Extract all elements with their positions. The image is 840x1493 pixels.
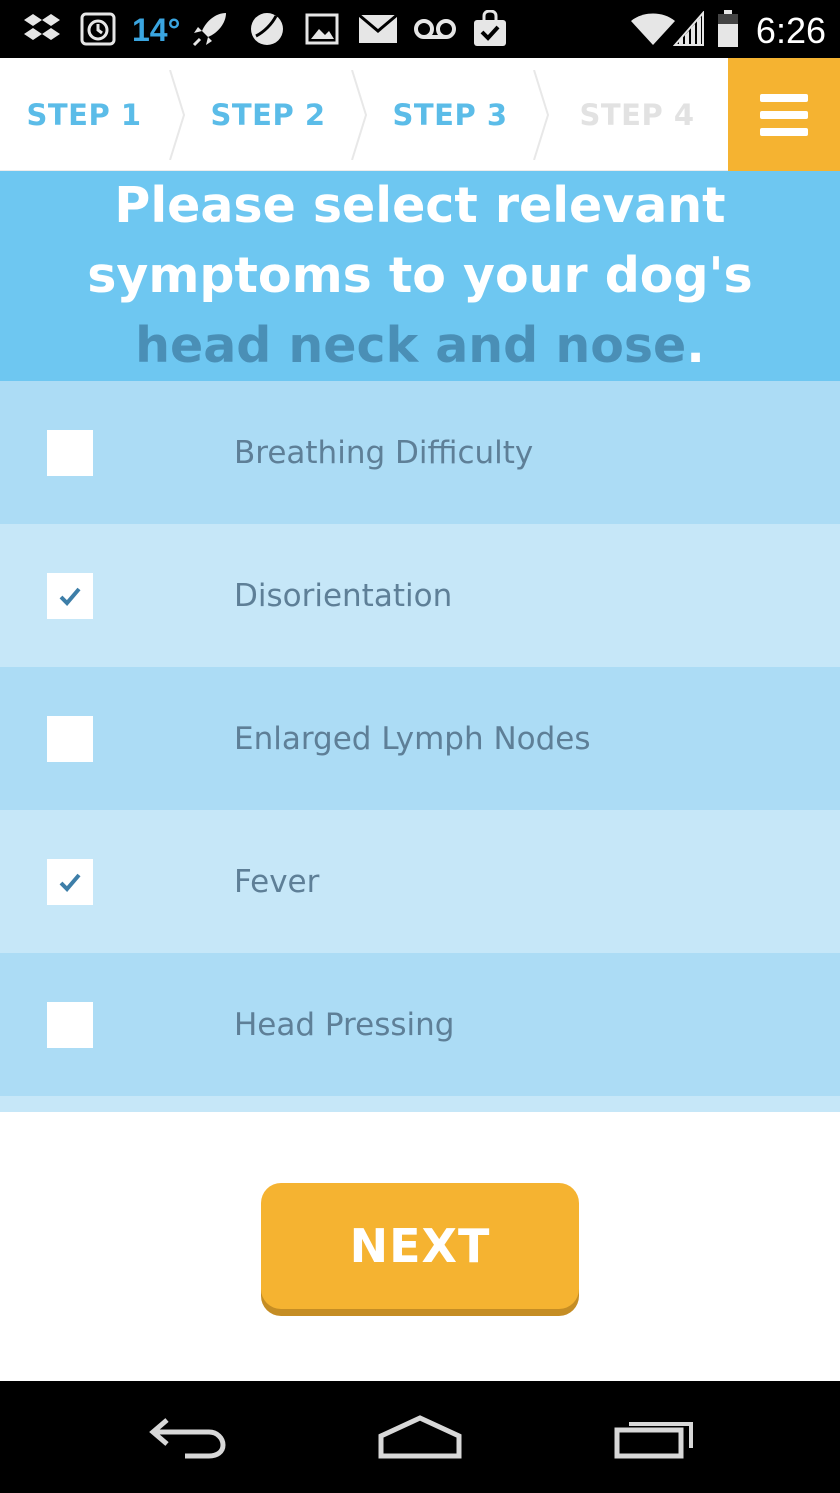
shopping-bag-icon [470,10,510,48]
next-row-partial [0,1096,840,1112]
hamburger-menu-bar [760,110,808,119]
page-title-emphasis: head neck and nose [135,317,687,374]
page-title: Please select relevant symptoms to your … [40,171,800,381]
step-4-tab[interactable]: STEP 4 [552,58,722,171]
alarm-icon [78,10,118,48]
rocket-icon [188,10,232,48]
symptom-label: Fever [234,863,320,900]
symptom-label: Enlarged Lymph Nodes [234,720,591,757]
home-button[interactable] [365,1401,475,1473]
symptom-checkbox[interactable] [47,572,93,619]
voicemail-icon [412,10,458,48]
hamburger-menu-bar [760,127,808,136]
chevron-separator-icon [533,70,550,160]
checkmark-icon [59,873,81,892]
hamburger-menu-icon [760,93,808,102]
recent-apps-icon [614,1422,693,1459]
step-3-label: STEP 3 [392,97,508,132]
page-title-main: Please select relevant symptoms to your … [87,177,753,304]
checkmark-icon [59,587,81,606]
step-3-tab[interactable]: STEP 3 [368,58,532,171]
chevron-separator-icon [351,70,368,160]
step-1-label: STEP 1 [26,97,142,132]
step-4-label: STEP 4 [579,97,695,132]
menu-button[interactable] [728,58,840,171]
symptom-row-head-pressing[interactable]: Head Pressing [0,953,840,1096]
symptom-label: Breathing Difficulty [234,434,534,471]
signal-icon [672,10,706,48]
navigation-bar [0,1381,840,1493]
next-button[interactable]: NEXT [261,1183,579,1309]
back-button[interactable] [132,1401,242,1473]
symptom-row-breathing-difficulty[interactable]: Breathing Difficulty [0,381,840,524]
back-icon [149,1418,226,1459]
symptom-row-fever[interactable]: Fever [0,810,840,953]
symptom-checkbox[interactable] [47,715,93,762]
symptom-checkbox[interactable] [47,858,93,905]
recent-apps-button[interactable] [600,1401,710,1473]
step-1-tab[interactable]: STEP 1 [0,58,168,171]
symptom-list: Breathing Difficulty Disorientation Enla… [0,381,840,1112]
home-icon [378,1415,462,1459]
step-progress-bar: STEP 1 STEP 2 STEP 3 STEP 4 [0,58,840,171]
battery-icon [714,10,742,48]
symptom-label: Disorientation [234,577,453,614]
chevron-separator-icon [169,70,186,160]
page-title-period: . [686,317,705,374]
mail-icon [356,10,400,48]
step-2-tab[interactable]: STEP 2 [186,58,350,171]
next-button-label: NEXT [349,1219,491,1273]
page-title-band: Please select relevant symptoms to your … [0,171,840,381]
symptom-label: Head Pressing [234,1006,455,1043]
temperature-text: 14° [132,12,181,48]
ball-icon [246,10,288,48]
step-2-label: STEP 2 [210,97,326,132]
symptom-checkbox[interactable] [47,1001,93,1048]
symptom-checkbox[interactable] [47,429,93,476]
clock-text: 6:26 [755,10,826,51]
wifi-icon [628,10,678,48]
symptom-row-disorientation[interactable]: Disorientation [0,524,840,667]
dropbox-icon [22,10,62,48]
status-bar: 14° 6:26 [0,0,840,58]
image-icon [302,10,342,48]
symptom-row-enlarged-lymph-nodes[interactable]: Enlarged Lymph Nodes [0,667,840,810]
